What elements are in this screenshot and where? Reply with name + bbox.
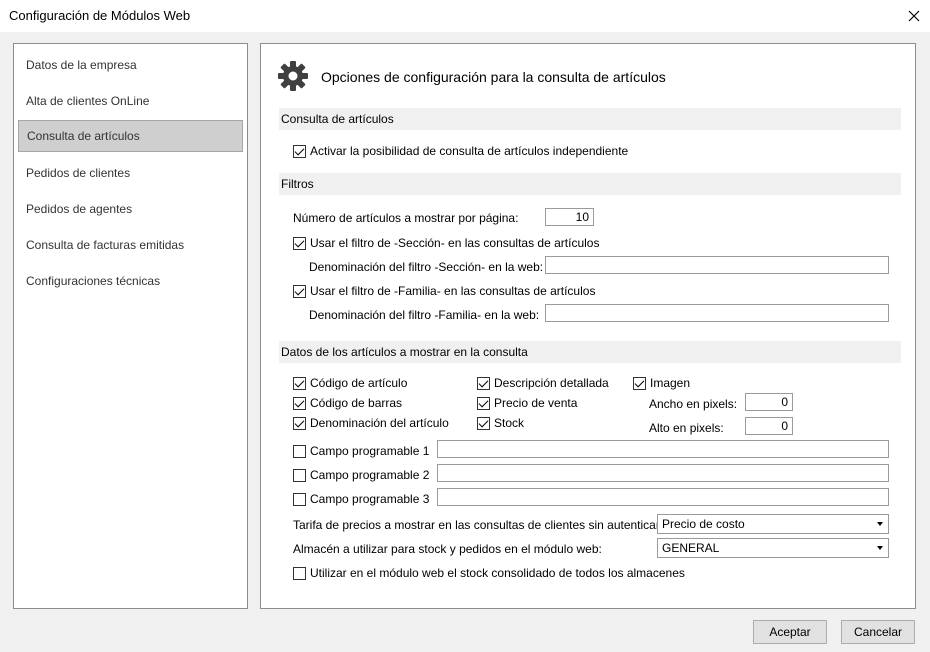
sidebar: Datos de la empresa Alta de clientes OnL… <box>13 43 248 609</box>
precio-venta-label: Precio de venta <box>494 396 578 410</box>
checkbox-box[interactable] <box>293 236 306 250</box>
window-title: Configuración de Módulos Web <box>9 8 191 23</box>
section-filtros-label: Filtros <box>281 177 314 191</box>
tarifa-select[interactable]: Precio de costo <box>657 514 889 534</box>
sidebar-item-consulta-articulos[interactable]: Consulta de artículos <box>18 120 243 152</box>
sidebar-item-alta-clientes[interactable]: Alta de clientes OnLine <box>18 85 243 117</box>
section-filtros-header: Filtros <box>279 173 901 195</box>
checkbox-box[interactable] <box>293 566 306 580</box>
sidebar-item-pedidos-clientes[interactable]: Pedidos de clientes <box>18 157 243 189</box>
checkbox-box[interactable] <box>293 492 306 506</box>
page-title: Opciones de configuración para la consul… <box>321 69 666 85</box>
campo2-input[interactable] <box>437 464 889 482</box>
checkbox-box[interactable] <box>293 396 306 410</box>
stock-label: Stock <box>494 416 525 430</box>
imagen-label: Imagen <box>650 376 691 390</box>
checkbox-box[interactable] <box>293 416 306 430</box>
sidebar-item-pedidos-agentes[interactable]: Pedidos de agentes <box>18 193 243 225</box>
chevron-down-icon <box>877 522 883 526</box>
sidebar-item-datos-empresa[interactable]: Datos de la empresa <box>18 49 243 81</box>
checkbox-box[interactable] <box>293 376 306 390</box>
num-articulos-input[interactable] <box>545 208 594 226</box>
ancho-label: Ancho en pixels: <box>649 397 738 411</box>
descripcion-checkbox[interactable]: Descripción detallada <box>477 375 609 391</box>
campo3-checkbox[interactable]: Campo programable 3 <box>293 491 429 507</box>
codigo-articulo-checkbox[interactable]: Código de artículo <box>293 375 407 391</box>
checkbox-box[interactable] <box>293 284 306 298</box>
tarifa-label: Tarifa de precios a mostrar en las consu… <box>293 518 664 532</box>
campo2-label: Campo programable 2 <box>310 468 430 482</box>
almacen-selected-value: GENERAL <box>662 541 720 555</box>
filtro-familia-checkbox[interactable]: Usar el filtro de -Familia- en las consu… <box>293 283 595 299</box>
ancho-input[interactable] <box>745 393 793 411</box>
familia-den-label: Denominación del filtro -Familia- en la … <box>309 308 540 322</box>
checkbox-box[interactable] <box>633 376 646 390</box>
sidebar-item-config-tecnicas[interactable]: Configuraciones técnicas <box>18 265 243 297</box>
stock-consolidado-checkbox[interactable]: Utilizar en el módulo web el stock conso… <box>293 565 685 581</box>
num-articulos-label: Número de artículos a mostrar por página… <box>293 211 519 225</box>
checkbox-box[interactable] <box>477 376 490 390</box>
checkbox-box[interactable] <box>293 444 306 458</box>
descripcion-label: Descripción detallada <box>494 376 609 390</box>
activar-consulta-label: Activar la posibilidad de consulta de ar… <box>310 144 629 158</box>
imagen-checkbox[interactable]: Imagen <box>633 375 690 391</box>
activar-consulta-checkbox[interactable]: Activar la posibilidad de consulta de ar… <box>293 143 628 159</box>
campo3-input[interactable] <box>437 488 889 506</box>
campo1-checkbox[interactable]: Campo programable 1 <box>293 443 429 459</box>
denominacion-label: Denominación del artículo <box>310 416 449 430</box>
cancel-button[interactable]: Cancelar <box>841 620 915 644</box>
almacen-select[interactable]: GENERAL <box>657 538 889 558</box>
section-datos-header: Datos de los artículos a mostrar en la c… <box>279 341 901 363</box>
almacen-label: Almacén a utilizar para stock y pedidos … <box>293 542 602 556</box>
campo3-label: Campo programable 3 <box>310 492 430 506</box>
alto-label: Alto en pixels: <box>649 421 724 435</box>
section-consulta-header: Consulta de artículos <box>279 108 901 130</box>
denominacion-checkbox[interactable]: Denominación del artículo <box>293 415 449 431</box>
close-icon[interactable] <box>900 2 928 30</box>
gear-icon <box>277 60 309 92</box>
precio-venta-checkbox[interactable]: Precio de venta <box>477 395 577 411</box>
section-consulta-label: Consulta de artículos <box>281 112 394 126</box>
checkbox-box[interactable] <box>293 144 306 158</box>
campo2-checkbox[interactable]: Campo programable 2 <box>293 467 429 483</box>
seccion-den-label: Denominación del filtro -Sección- en la … <box>309 260 544 274</box>
filtro-familia-label: Usar el filtro de -Familia- en las consu… <box>310 284 596 298</box>
accept-button[interactable]: Aceptar <box>753 620 827 644</box>
checkbox-box[interactable] <box>477 396 490 410</box>
codigo-barras-label: Código de barras <box>310 396 403 410</box>
codigo-barras-checkbox[interactable]: Código de barras <box>293 395 402 411</box>
sidebar-item-facturas[interactable]: Consulta de facturas emitidas <box>18 229 243 261</box>
seccion-den-input[interactable] <box>545 256 889 274</box>
campo1-label: Campo programable 1 <box>310 444 430 458</box>
alto-input[interactable] <box>745 417 793 435</box>
filtro-seccion-label: Usar el filtro de -Sección- en las consu… <box>310 236 600 250</box>
stock-checkbox[interactable]: Stock <box>477 415 524 431</box>
tarifa-selected-value: Precio de costo <box>662 517 745 531</box>
familia-den-input[interactable] <box>545 304 889 322</box>
checkbox-box[interactable] <box>477 416 490 430</box>
checkbox-box[interactable] <box>293 468 306 482</box>
chevron-down-icon <box>877 546 883 550</box>
stock-consolidado-label: Utilizar en el módulo web el stock conso… <box>310 566 685 580</box>
section-datos-label: Datos de los artículos a mostrar en la c… <box>281 345 528 359</box>
codigo-articulo-label: Código de artículo <box>310 376 408 390</box>
campo1-input[interactable] <box>437 440 889 458</box>
filtro-seccion-checkbox[interactable]: Usar el filtro de -Sección- en las consu… <box>293 235 599 251</box>
